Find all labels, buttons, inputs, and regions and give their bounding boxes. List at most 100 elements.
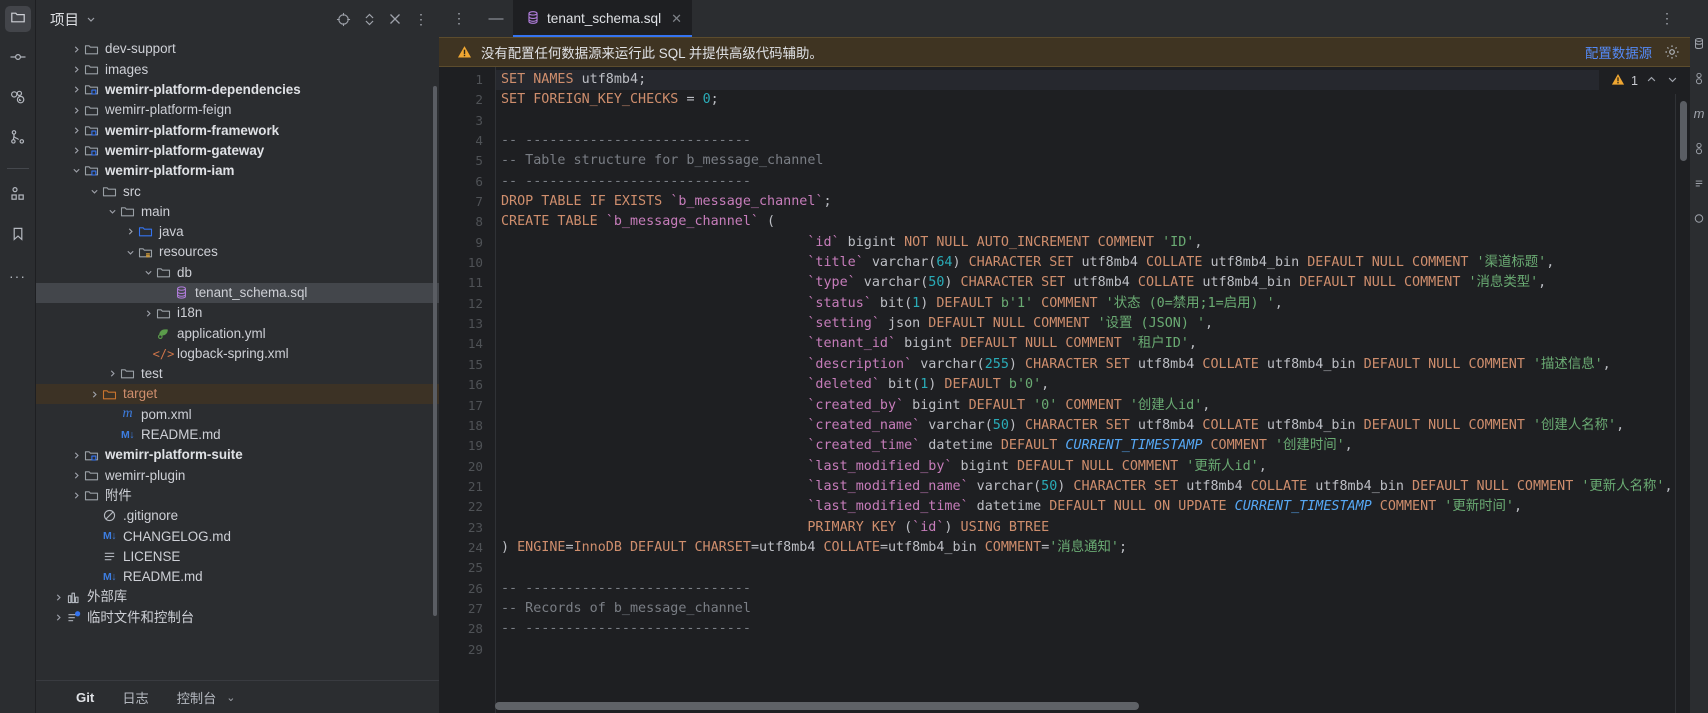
tree-item-target[interactable]: target — [36, 384, 439, 405]
tree-item-gitignore[interactable]: .gitignore — [36, 506, 439, 526]
project-tree-scrollbar[interactable] — [433, 86, 437, 616]
chevron-right-icon[interactable] — [52, 613, 65, 622]
tree-item-wemirr-platform-feign[interactable]: wemirr-platform-feign — [36, 100, 439, 120]
rail-item-more[interactable]: ··· — [5, 263, 31, 289]
code-line[interactable]: `deleted` bit(1) DEFAULT b'0', — [496, 375, 1690, 395]
chevron-right-icon[interactable] — [70, 126, 83, 135]
tree-item-[interactable]: 附件 — [36, 486, 439, 506]
chevron-right-icon[interactable] — [70, 146, 83, 155]
hide-icon[interactable] — [383, 7, 407, 31]
bottom-tabs-chevron-icon[interactable]: ⌄ — [226, 691, 235, 704]
code-line[interactable]: SET NAMES utf8mb4; — [496, 70, 1690, 91]
chevron-right-icon[interactable] — [70, 471, 83, 480]
chevron-down-icon[interactable] — [88, 187, 101, 196]
rail-item-pull-requests[interactable] — [5, 86, 31, 112]
tree-item-application-yml[interactable]: application.yml — [36, 323, 439, 343]
tabbar-options-button[interactable]: ⋮ — [439, 0, 479, 37]
tree-item-logback-spring-xml[interactable]: </> logback-spring.xml — [36, 343, 439, 363]
code-line[interactable]: -- ---------------------------- — [496, 579, 1690, 599]
tree-item-resources[interactable]: resources — [36, 242, 439, 262]
chevron-right-icon[interactable] — [88, 390, 101, 399]
tree-item-pom-xml[interactable]: m pom.xml — [36, 404, 439, 424]
code-line[interactable]: SET FOREIGN_KEY_CHECKS = 0; — [496, 90, 1690, 110]
project-tree[interactable]: dev-support images wemirr-platform-depende… — [36, 38, 439, 680]
gear-icon[interactable] — [1664, 44, 1680, 60]
editor-vertical-scrollbar[interactable] — [1680, 101, 1687, 161]
code-content[interactable]: SET NAMES utf8mb4; SET FOREIGN_KEY_CHECKS… — [495, 67, 1690, 713]
chevron-down-icon[interactable] — [106, 207, 119, 216]
chevron-down-icon[interactable] — [70, 166, 83, 175]
code-line[interactable]: `tenant_id` bigint DEFAULT NULL COMMENT … — [496, 334, 1690, 354]
tree-item-readme-md[interactable]: M↓ README.md — [36, 425, 439, 445]
code-line[interactable] — [496, 558, 1690, 578]
chevron-down-icon[interactable] — [124, 248, 137, 257]
code-line[interactable]: -- Records of b_message_channel — [496, 599, 1690, 619]
maven-icon[interactable]: m — [1694, 104, 1705, 122]
code-line[interactable]: `type` varchar(50) CHARACTER SET utf8mb4… — [496, 273, 1690, 293]
chevron-right-icon[interactable] — [142, 309, 155, 318]
code-line[interactable]: `setting` json DEFAULT NULL COMMENT '设置 … — [496, 314, 1690, 334]
code-line[interactable]: `created_by` bigint DEFAULT '0' COMMENT … — [496, 396, 1690, 416]
tree-item-license[interactable]: LICENSE — [36, 546, 439, 566]
code-line[interactable]: PRIMARY KEY (`id`) USING BTREE — [496, 518, 1690, 538]
chevron-right-icon[interactable] — [70, 45, 83, 54]
close-icon[interactable]: ✕ — [671, 11, 682, 27]
code-line[interactable]: ) ENGINE=InnoDB DEFAULT CHARSET=utf8mb4 … — [496, 538, 1690, 558]
rail-item-structure[interactable] — [5, 183, 31, 209]
code-line[interactable]: `id` bigint NOT NULL AUTO_INCREMENT COMM… — [496, 233, 1690, 253]
rail-item-version-control[interactable] — [5, 126, 31, 152]
code-line[interactable]: `description` varchar(255) CHARACTER SET… — [496, 355, 1690, 375]
tree-item-wemirr-platform-iam[interactable]: wemirr-platform-iam — [36, 161, 439, 181]
tree-item-i18n[interactable]: i18n — [36, 303, 439, 323]
chevron-down-icon[interactable] — [142, 268, 155, 277]
editor-horizontal-scrollbar[interactable] — [495, 702, 1139, 710]
chevron-down-icon[interactable] — [1665, 74, 1680, 88]
tree-item-readme-md[interactable]: M↓ README.md — [36, 567, 439, 587]
tree-item-main[interactable]: main — [36, 201, 439, 221]
tree-item-wemirr-platform-gateway[interactable]: wemirr-platform-gateway — [36, 140, 439, 160]
chevron-up-icon[interactable] — [1644, 74, 1659, 88]
editor-more-options-icon[interactable]: ⋮ — [1654, 10, 1680, 27]
tree-item-wemirr-platform-suite[interactable]: wemirr-platform-suite — [36, 445, 439, 465]
tree-item-wemirr-platform-framework[interactable]: wemirr-platform-framework — [36, 120, 439, 140]
expand-collapse-icon[interactable] — [357, 7, 381, 31]
code-line[interactable]: CREATE TABLE `b_message_channel` ( — [496, 212, 1690, 232]
chevron-right-icon[interactable] — [70, 65, 83, 74]
code-line[interactable]: `created_name` varchar(50) CHARACTER SET… — [496, 416, 1690, 436]
rail-item-bookmarks[interactable] — [5, 223, 31, 249]
chevron-right-icon[interactable] — [70, 491, 83, 500]
chevron-right-icon[interactable] — [70, 85, 83, 94]
notifications-icon[interactable] — [1693, 174, 1705, 192]
bean-validation-icon[interactable] — [1693, 69, 1705, 87]
code-line[interactable]: -- ---------------------------- — [496, 131, 1690, 151]
code-line[interactable]: -- ---------------------------- — [496, 619, 1690, 639]
bottom-tab-log[interactable]: 日志 — [122, 688, 148, 707]
code-line[interactable]: -- Table structure for b_message_channel — [496, 151, 1690, 171]
chevron-right-icon[interactable] — [124, 227, 137, 236]
chevron-right-icon[interactable] — [52, 593, 65, 602]
code-line[interactable] — [496, 640, 1690, 660]
chevron-right-icon[interactable] — [70, 106, 83, 115]
chevron-right-icon[interactable] — [70, 451, 83, 460]
tree-item-dev-support[interactable]: dev-support — [36, 39, 439, 59]
tree-item-[interactable]: 临时文件和控制台 — [36, 607, 439, 627]
code-line[interactable]: `status` bit(1) DEFAULT b'1' COMMENT '状态… — [496, 294, 1690, 314]
tree-item-wemirr-plugin[interactable]: wemirr-plugin — [36, 465, 439, 485]
tree-item-test[interactable]: test — [36, 364, 439, 384]
tree-item-images[interactable]: images — [36, 59, 439, 79]
code-line[interactable]: `last_modified_by` bigint DEFAULT NULL C… — [496, 457, 1690, 477]
select-opened-file-icon[interactable] — [331, 7, 355, 31]
code-line[interactable] — [496, 111, 1690, 131]
tree-item-db[interactable]: db — [36, 262, 439, 282]
code-line[interactable]: `last_modified_time` datetime DEFAULT NU… — [496, 497, 1690, 517]
rail-item-commit[interactable] — [5, 46, 31, 72]
tree-item-wemirr-platform-dependencies[interactable]: wemirr-platform-dependencies — [36, 80, 439, 100]
inspection-widget[interactable]: 1 — [1598, 67, 1690, 94]
ai-assistant-icon[interactable] — [1693, 209, 1705, 227]
bottom-tab-console[interactable]: 控制台 — [177, 688, 217, 707]
code-line[interactable]: `title` varchar(64) CHARACTER SET utf8mb… — [496, 253, 1690, 273]
editor-tab-tenant-schema-sql[interactable]: tenant_schema.sql ✕ — [513, 0, 693, 37]
tree-item-[interactable]: 外部库 — [36, 587, 439, 607]
database-icon[interactable] — [1693, 34, 1705, 52]
spring-icon[interactable] — [1693, 139, 1705, 157]
